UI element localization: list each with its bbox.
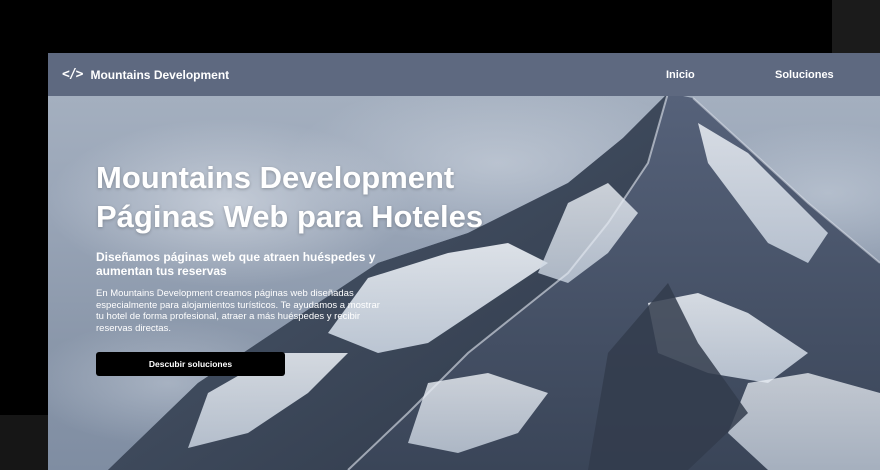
hero-title-line1: Mountains Development — [96, 160, 455, 195]
web-page: </> Mountains Development Inicio Solucio… — [48, 53, 880, 470]
discover-solutions-button[interactable]: Descubir soluciones — [96, 352, 285, 376]
hero-description: En Mountains Development creamos páginas… — [96, 288, 380, 334]
brand-name: Mountains Development — [90, 67, 230, 82]
navbar: </> Mountains Development Inicio Solucio… — [48, 53, 880, 96]
nav-link-inicio[interactable]: Inicio — [666, 53, 695, 96]
hero-title: Mountains Development Páginas Web para H… — [96, 158, 516, 236]
background-panel — [0, 415, 48, 470]
hero-subtitle: Diseñamos páginas web que atraen huésped… — [96, 250, 376, 278]
nav-link-soluciones[interactable]: Soluciones — [775, 53, 834, 96]
hero-section: Mountains Development Páginas Web para H… — [96, 158, 516, 334]
code-icon: </> — [62, 67, 84, 82]
brand[interactable]: </> Mountains Development — [62, 53, 229, 96]
hero-title-line2: Páginas Web para Hoteles — [96, 199, 484, 234]
